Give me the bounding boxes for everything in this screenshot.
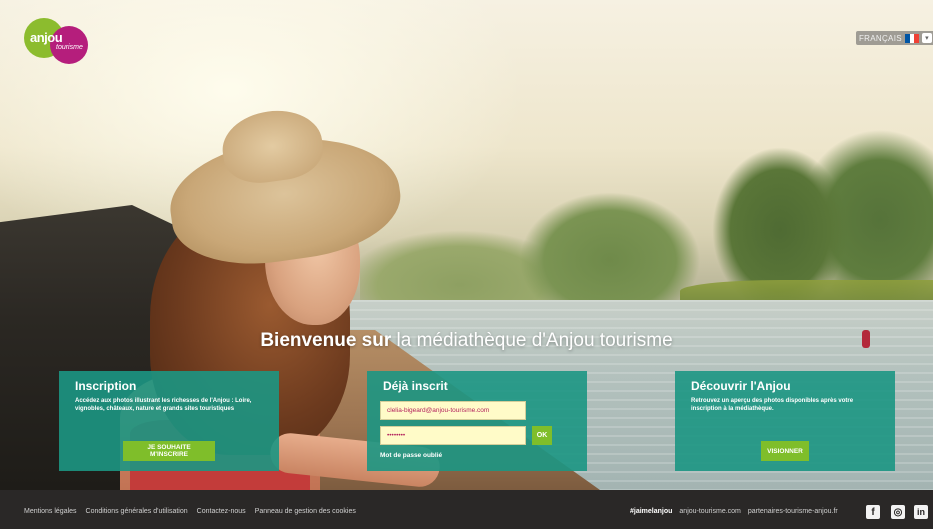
anjou-tourisme-logo[interactable]: anjou tourisme [24, 18, 94, 64]
footer-hashtag[interactable]: #jaimelanjou [630, 508, 672, 515]
footer-link-contact[interactable]: Contactez-nous [197, 508, 246, 515]
login-panel: Déjà inscrit OK Mot de passe oublié [367, 371, 587, 471]
discover-panel: Découvrir l'Anjou Retrouvez un aperçu de… [675, 371, 895, 471]
ok-button[interactable]: OK [532, 426, 552, 445]
footer: Mentions légales Conditions générales d'… [0, 490, 933, 529]
password-field[interactable] [380, 426, 526, 445]
welcome-heading-wrap: Bienvenue sur la médiathèque d'Anjou tou… [0, 330, 933, 352]
chevron-down-icon: ▾ [921, 33, 932, 43]
language-selector[interactable]: FRANÇAIS ▾ [856, 31, 933, 45]
footer-link-cookies[interactable]: Panneau de gestion des cookies [255, 508, 356, 515]
footer-link-cgu[interactable]: Conditions générales d'utilisation [86, 508, 188, 515]
footer-link-mentions[interactable]: Mentions légales [24, 508, 77, 515]
language-label: FRANÇAIS [859, 33, 902, 43]
inscription-description: Accédez aux photos illustrant les riches… [75, 398, 252, 412]
welcome-heading: Bienvenue sur la médiathèque d'Anjou tou… [260, 330, 672, 351]
footer-links: Mentions légales Conditions générales d'… [24, 508, 356, 515]
inscription-title: Inscription [75, 379, 137, 393]
footer-link-site[interactable]: anjou-tourisme.com [679, 508, 740, 515]
linkedin-icon[interactable]: in [914, 505, 928, 519]
footer-right-links: #jaimelanjou anjou-tourisme.com partenai… [630, 508, 838, 515]
login-title: Déjà inscrit [383, 379, 448, 393]
discover-title: Découvrir l'Anjou [691, 379, 791, 393]
email-field[interactable] [380, 401, 526, 420]
welcome-light: la médiathèque d'Anjou tourisme [396, 330, 673, 351]
facebook-icon[interactable]: f [866, 505, 880, 519]
logo-word-anjou: anjou [30, 30, 63, 45]
france-flag-icon [904, 33, 919, 43]
register-button[interactable]: JE SOUHAITE M'INSCRIRE [123, 441, 215, 461]
discover-description: Retrouvez un aperçu des photos disponibl… [691, 398, 854, 412]
forgot-password-link[interactable]: Mot de passe oublié [380, 452, 442, 459]
inscription-panel: Inscription Accédez aux photos illustran… [59, 371, 279, 471]
instagram-icon[interactable]: ◎ [891, 505, 905, 519]
logo-word-tourisme: tourisme [56, 44, 83, 51]
footer-link-partners[interactable]: partenaires-tourisme-anjou.fr [748, 508, 838, 515]
welcome-bold: Bienvenue sur [260, 330, 392, 351]
visionner-button[interactable]: VISIONNER [761, 441, 809, 461]
